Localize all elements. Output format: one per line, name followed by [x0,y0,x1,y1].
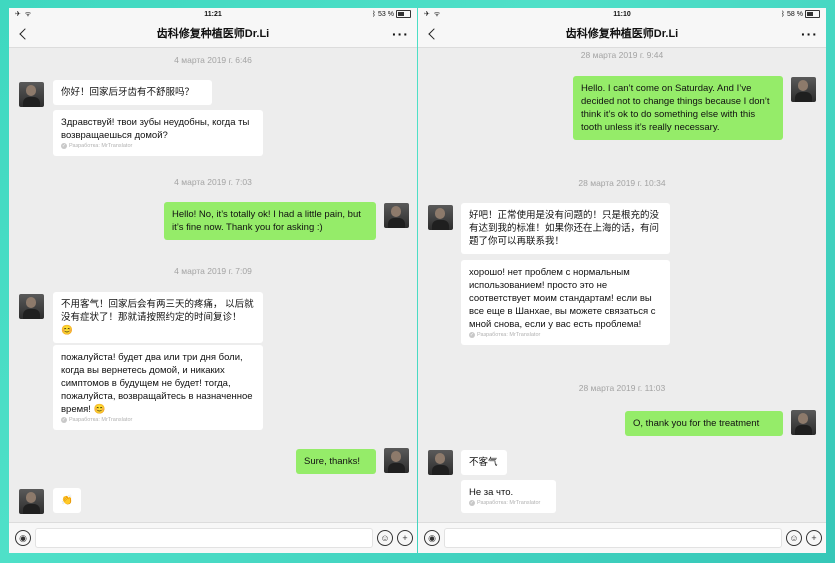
plus-icon[interactable]: + [397,530,413,546]
bluetooth-icon: ᛒ [371,11,377,18]
battery-status: ᛒ 58 % [781,8,820,21]
emoji-icon[interactable]: ☺ [786,530,802,546]
translation-bubble[interactable]: хорошо! нет проблем с нормальным использ… [461,260,670,345]
translation-bubble[interactable]: Не за что. ✓ Разработка: MrTranslator [461,480,556,513]
status-time: 11:21 [204,11,222,18]
timestamp: 4 марта 2019 г. 7:09 [174,266,252,276]
check-icon: ✓ [61,142,67,149]
chat-header: 齿科修复种植医师Dr.Li ··· [418,21,826,48]
back-icon[interactable] [17,21,31,47]
battery-percent: 53 % [378,11,394,18]
message-bubble-incoming[interactable]: 不客气 [461,450,507,475]
check-icon: ✓ [469,499,475,506]
plus-icon[interactable]: + [806,530,822,546]
left-chat-screen: ✈ ᯤ 11:21 ᛒ 53 % 齿科修复种植医师Dr.Li ··· 4 мар… [9,8,417,553]
check-icon: ✓ [61,416,67,423]
chat-input-bar: ◉ ☺ + [418,522,826,553]
translator-credit: ✓ Разработка: MrTranslator [469,331,541,338]
timestamp: 4 марта 2019 г. 7:03 [174,177,252,187]
my-avatar[interactable] [384,203,409,228]
message-bubble-incoming[interactable]: 不用客气！回家后会有两三天的疼痛， 以后就没有症状了！那就请按照约定的时间复诊！… [53,292,263,343]
translation-bubble[interactable]: Здравствуй! твои зубы неудобны, когда ты… [53,110,263,156]
timestamp: 28 марта 2019 г. 9:44 [580,50,664,60]
translator-credit: ✓ Разработка: MrTranslator [61,142,133,149]
voice-icon[interactable]: ◉ [15,530,31,546]
message-bubble-incoming[interactable]: 你好！回家后牙齿有不舒服吗？ [53,80,212,105]
translation-text: Здравствуй! твои зубы неудобны, когда ты… [61,117,250,141]
message-bubble-outgoing[interactable]: Hello! No, it’s totally ok! I had a litt… [164,202,376,240]
contact-avatar[interactable] [19,294,44,319]
back-icon[interactable] [426,21,440,47]
right-chat-screen: ✈ ᯤ 11:10 ᛒ 58 % 齿科修复种植医师Dr.Li ··· 28 ма… [418,8,826,553]
message-input[interactable] [444,528,782,548]
contact-avatar[interactable] [19,489,44,514]
translation-bubble[interactable]: пожалуйста! будет два или три дня боли, … [53,345,263,430]
more-icon[interactable]: ··· [801,21,818,47]
status-bar: ✈ ᯤ 11:10 ᛒ 58 % [418,8,826,21]
message-bubble-outgoing[interactable]: O, thank you for the treatment [625,411,783,436]
message-input[interactable] [35,528,373,548]
my-avatar[interactable] [791,77,816,102]
battery-status: ᛒ 53 % [372,8,411,21]
bluetooth-icon: ᛒ [780,11,786,18]
message-bubble-outgoing[interactable]: Hello. I can’t come on Saturday. And I’v… [573,76,783,140]
contact-avatar[interactable] [428,450,453,475]
status-bar: ✈ ᯤ 11:21 ᛒ 53 % [9,8,417,21]
battery-icon [805,10,820,19]
translation-text: пожалуйста! будет два или три дня боли, … [61,352,253,415]
timestamp: 28 марта 2019 г. 10:34 [578,178,666,188]
battery-percent: 58 % [787,11,803,18]
timestamp: 28 марта 2019 г. 11:03 [578,383,666,393]
battery-icon [396,10,411,19]
my-avatar[interactable] [384,448,409,473]
chat-title: 齿科修复种植医师Dr.Li [565,28,679,40]
contact-avatar[interactable] [428,205,453,230]
voice-icon[interactable]: ◉ [424,530,440,546]
chat-header: 齿科修复种植医师Dr.Li ··· [9,21,417,48]
translator-credit: ✓ Разработка: MrTranslator [61,416,133,423]
my-avatar[interactable] [791,410,816,435]
chat-input-bar: ◉ ☺ + [9,522,417,553]
emoji-icon[interactable]: ☺ [377,530,393,546]
message-bubble-incoming[interactable]: 好吧！正常使用是没有问题的！只是根充的没有达到我的标准！如果你还在上海的话，有问… [461,203,670,254]
translator-credit: ✓ Разработка: MrTranslator [469,499,541,506]
more-icon[interactable]: ··· [392,21,409,47]
emoji-message[interactable]: 👏 [53,488,81,513]
chat-title: 齿科修复种植医师Dr.Li [156,28,270,40]
status-time: 11:10 [613,11,631,18]
timestamp: 4 марта 2019 г. 6:46 [174,55,252,65]
contact-avatar[interactable] [19,82,44,107]
translation-text: хорошо! нет проблем с нормальным использ… [469,267,656,330]
message-bubble-outgoing[interactable]: Sure, thanks! [296,449,376,474]
check-icon: ✓ [469,331,475,338]
